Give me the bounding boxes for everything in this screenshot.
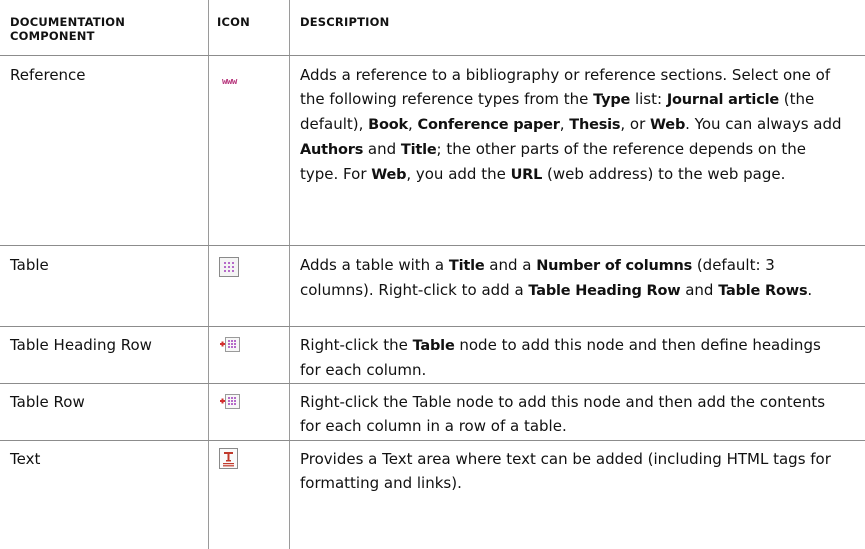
emphasis-term: Table Heading Row xyxy=(528,283,681,299)
emphasis-term: Table Rows xyxy=(718,283,808,299)
emphasis-term: Web xyxy=(650,117,686,133)
description-text: Adds a table with a xyxy=(300,256,449,274)
emphasis-term: Book xyxy=(368,117,408,133)
description-text: . xyxy=(807,281,813,299)
emphasis-term: Authors xyxy=(300,142,364,158)
component-name: Table Heading Row xyxy=(10,336,152,354)
emphasis-term: Number of columns xyxy=(536,258,693,274)
description-text: list: xyxy=(630,90,667,108)
table-heading-row-icon xyxy=(219,336,241,359)
description-text: and xyxy=(363,140,401,158)
emphasis-term: Journal article xyxy=(666,92,780,108)
description-text: Right-click the xyxy=(300,336,413,354)
header-component: DOCUMENTATION COMPONENT xyxy=(10,15,126,43)
emphasis-term: Web xyxy=(371,167,407,183)
emphasis-term: Title xyxy=(400,142,437,158)
emphasis-term: Thesis xyxy=(569,117,621,133)
description-text: , or xyxy=(620,115,651,133)
description-text: , xyxy=(408,115,418,133)
header-description: DESCRIPTION xyxy=(300,15,390,29)
description-text: and a xyxy=(484,256,537,274)
component-description: Right-click the Table node to add this n… xyxy=(300,390,845,438)
emphasis-term: Type xyxy=(593,92,631,108)
emphasis-term: Conference paper xyxy=(417,117,560,133)
component-description: Adds a reference to a bibliography or re… xyxy=(300,63,845,187)
description-text: and xyxy=(680,281,719,299)
table-row: Text Provides a Text area where text can… xyxy=(0,441,865,549)
component-description: Right-click the Table node to add this n… xyxy=(300,333,845,382)
description-text: , xyxy=(559,115,570,133)
component-name: Text xyxy=(10,450,41,468)
header-icon: ICON xyxy=(217,15,250,29)
table-header-row: DOCUMENTATION COMPONENT ICON DESCRIPTION xyxy=(0,0,865,55)
table-row: Table Adds a table with a Title and a Nu… xyxy=(0,246,865,326)
table-row: Table Heading Row Right-click the Table … xyxy=(0,327,865,383)
emphasis-term: URL xyxy=(510,167,543,183)
component-name: Reference xyxy=(10,66,86,84)
description-text: . You can always add xyxy=(685,115,842,133)
text-icon xyxy=(219,448,239,475)
emphasis-term: Title xyxy=(448,258,485,274)
description-text: Provides a Text area where text can be a… xyxy=(300,450,831,492)
table-row: Reference www Adds a reference to a bibl… xyxy=(0,56,865,245)
table-row-icon xyxy=(219,393,241,416)
component-name: Table Row xyxy=(10,393,85,411)
description-text: Right-click the Table node to add this n… xyxy=(300,393,826,435)
description-text: , you add the xyxy=(406,165,511,183)
emphasis-term: Table xyxy=(412,338,455,354)
component-description: Adds a table with a Title and a Number o… xyxy=(300,253,845,303)
www-icon: www xyxy=(222,77,237,87)
component-name: Table xyxy=(10,256,49,274)
table-icon xyxy=(219,257,239,282)
component-description: Provides a Text area where text can be a… xyxy=(300,447,845,495)
table-row: Table Row Right-click the Table node to … xyxy=(0,384,865,440)
description-text: (web address) to the web page. xyxy=(542,165,786,183)
